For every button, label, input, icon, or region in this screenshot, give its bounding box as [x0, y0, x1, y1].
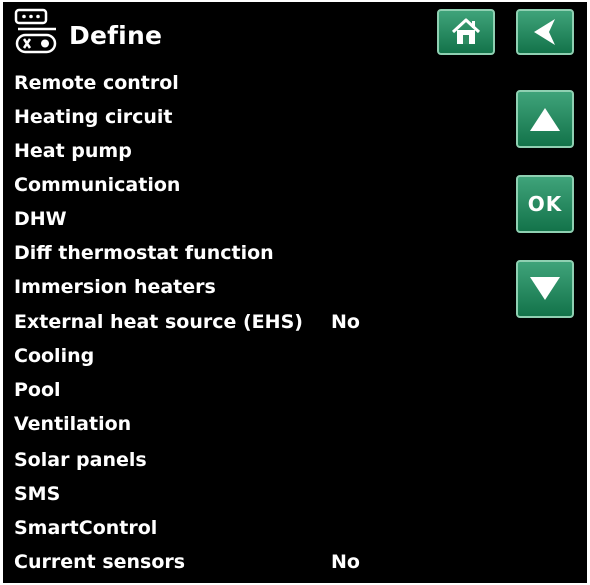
external-heat-source-value: No [331, 311, 360, 333]
menu-item-communication[interactable]: Communication [14, 174, 180, 196]
back-arrow-icon [534, 19, 555, 45]
scroll-up-button[interactable] [516, 90, 574, 148]
scroll-down-button[interactable] [516, 260, 574, 318]
home-button[interactable] [437, 9, 495, 55]
arrow-down-icon [530, 277, 560, 300]
menu-item-cooling[interactable]: Cooling [14, 345, 94, 367]
menu-item-external-heat-source[interactable]: External heat source (EHS) [14, 311, 303, 333]
menu-item-heating-circuit[interactable]: Heating circuit [14, 106, 172, 128]
menu-item-sms[interactable]: SMS [14, 483, 60, 505]
arrow-up-icon [530, 108, 560, 131]
menu-item-remote-control[interactable]: Remote control [14, 72, 179, 94]
ok-button[interactable]: OK [516, 175, 574, 233]
menu-item-heat-pump[interactable]: Heat pump [14, 140, 132, 162]
back-button[interactable] [516, 9, 574, 55]
menu-item-pool[interactable]: Pool [14, 379, 61, 401]
menu-item-immersion-heaters[interactable]: Immersion heaters [14, 276, 216, 298]
ok-label: OK [527, 192, 563, 216]
menu-item-dhw[interactable]: DHW [14, 208, 67, 230]
menu-item-diff-thermostat[interactable]: Diff thermostat function [14, 242, 274, 264]
controller-settings-icon [14, 8, 57, 54]
menu-item-solar-panels[interactable]: Solar panels [14, 449, 147, 471]
page-title: Define [69, 21, 163, 50]
menu-item-ventilation[interactable]: Ventilation [14, 413, 131, 435]
home-icon [451, 18, 481, 44]
menu-item-smartcontrol[interactable]: SmartControl [14, 517, 157, 539]
menu-item-current-sensors[interactable]: Current sensors [14, 551, 185, 573]
current-sensors-value: No [331, 551, 360, 573]
display-screen: Define OK Remote control Heating circuit [3, 2, 587, 583]
